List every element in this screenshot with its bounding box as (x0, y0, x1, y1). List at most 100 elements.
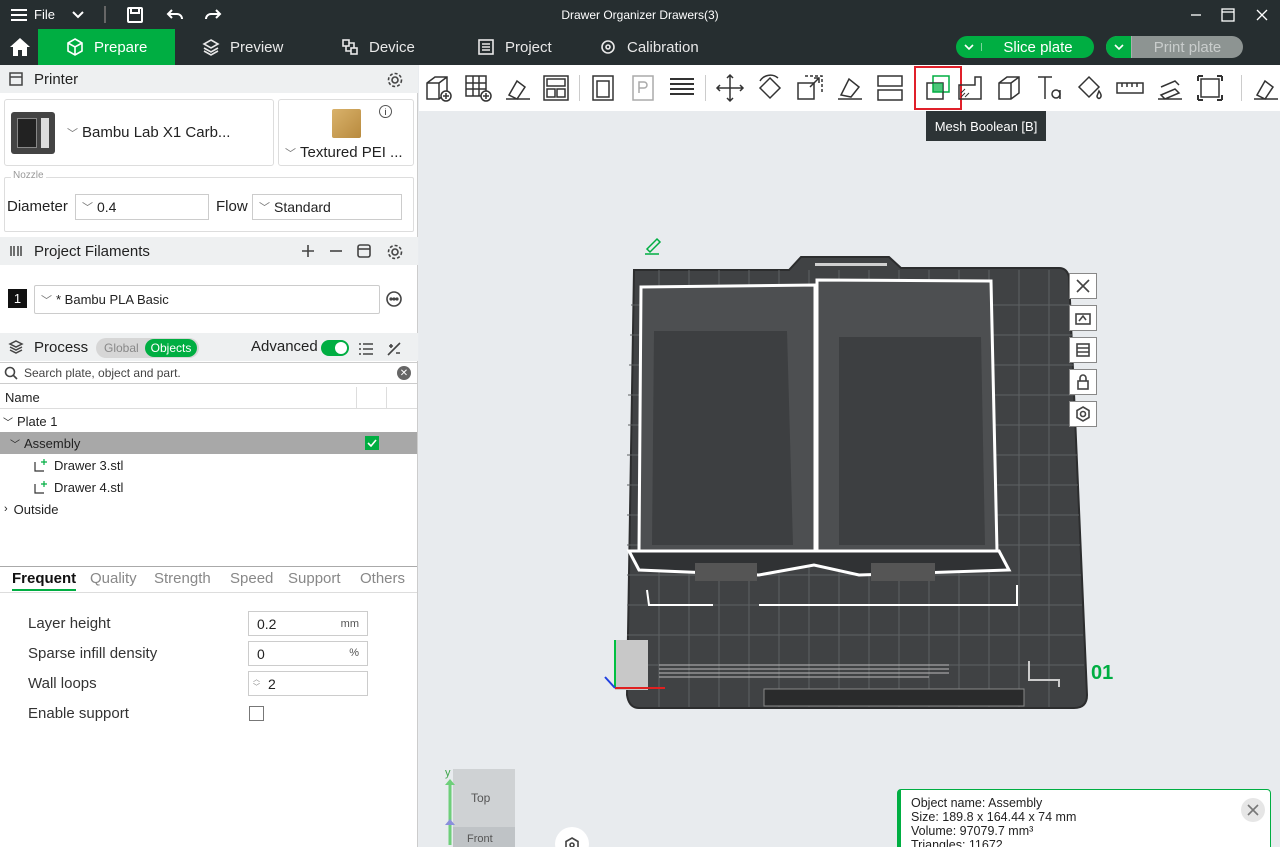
subtab-speed[interactable]: Speed (230, 570, 273, 587)
file-menu-label: File (34, 7, 55, 22)
flow-label: Flow (216, 198, 248, 215)
tab-preview[interactable]: Preview (202, 29, 283, 65)
add-filament-button[interactable] (299, 242, 317, 260)
add-object-button[interactable] (423, 73, 453, 103)
plate-settings-button[interactable] (1069, 401, 1097, 427)
text-tool-button[interactable] (1035, 73, 1065, 103)
view-cube-front-face[interactable]: Front (453, 827, 515, 847)
z-axis-line (604, 676, 616, 689)
slice-dropdown-chevron-icon[interactable] (956, 43, 982, 51)
chevron-down-icon[interactable]: ﹀ (3, 414, 13, 429)
view-front-label: Front (467, 833, 493, 845)
flow-select[interactable]: ﹀ Standard (252, 194, 402, 220)
tree-row-part[interactable]: Drawer 3.stl (0, 454, 417, 476)
arrange-icon (543, 75, 569, 101)
undo-button[interactable] (164, 0, 186, 29)
scale-button[interactable] (795, 73, 825, 103)
diameter-select[interactable]: ﹀ 0.4 (75, 194, 209, 220)
variable-layer-button[interactable] (667, 73, 697, 103)
auto-orient-icon (506, 79, 530, 100)
support-paint-button[interactable] (955, 73, 985, 103)
close-window-button[interactable] (1252, 0, 1272, 29)
scale-icon (797, 75, 823, 100)
save-button[interactable] (124, 0, 146, 29)
file-menu-button[interactable]: File (10, 0, 55, 29)
object-search-input[interactable]: Search plate, object and part. ✕ (0, 362, 417, 384)
tab-device[interactable]: Device (341, 29, 415, 65)
more-tools-button[interactable] (1251, 73, 1280, 103)
filament-settings-button[interactable] (385, 242, 405, 262)
view-cube-top-face[interactable]: Top (453, 769, 515, 827)
3d-viewport[interactable]: 01 Top Front y (419, 65, 1280, 847)
arrange-plate-button[interactable] (1069, 337, 1097, 363)
subtab-frequent[interactable]: Frequent (12, 570, 77, 591)
close-info-button[interactable] (1241, 798, 1265, 822)
measure-button[interactable] (1115, 73, 1145, 103)
subtab-support[interactable]: Support (288, 570, 341, 587)
tab-prepare[interactable]: Prepare (38, 29, 175, 65)
auto-orient-button[interactable] (503, 73, 533, 103)
tab-calibration[interactable]: Calibration (599, 29, 699, 65)
maximize-button[interactable] (1218, 0, 1238, 29)
orient-plate-button[interactable] (1069, 305, 1097, 331)
home-button[interactable] (6, 29, 34, 65)
filament-color-swatch[interactable]: 1 (8, 289, 27, 308)
filament-sync-button[interactable] (355, 242, 373, 260)
print-plate-button[interactable]: Print plate (1106, 36, 1243, 58)
minimize-button[interactable] (1186, 0, 1206, 29)
chevron-right-icon[interactable]: › (4, 503, 8, 515)
color-paint-button[interactable] (1075, 73, 1105, 103)
toggle-objects-label[interactable]: Objects (145, 339, 197, 357)
chevron-down-icon[interactable]: ﹀ (10, 436, 20, 451)
clear-search-icon[interactable]: ✕ (397, 366, 411, 380)
add-plate-button[interactable] (463, 73, 493, 103)
tree-row-outside[interactable]: › Outside (0, 498, 417, 520)
toggle-global-label[interactable]: Global (104, 341, 139, 355)
slice-plate-button[interactable]: Slice plate (956, 36, 1094, 58)
lock-plate-button[interactable] (1069, 369, 1097, 395)
tree-row-part[interactable]: Drawer 4.stl (0, 476, 417, 498)
printer-settings-button[interactable] (385, 70, 405, 90)
fit-view-button[interactable] (1195, 73, 1225, 103)
info-icon[interactable]: i (379, 105, 392, 118)
assembly-view-button[interactable] (1155, 73, 1185, 103)
toolbar-divider (1241, 75, 1242, 101)
split-parts-button[interactable] (629, 73, 659, 103)
print-dropdown-chevron-icon[interactable] (1106, 36, 1132, 58)
plate-type-select[interactable]: i ﹀ Textured PEI ... (278, 99, 414, 166)
remove-filament-button[interactable] (327, 242, 345, 260)
stepper-arrows-icon[interactable]: ︿ ﹀ (253, 676, 260, 692)
pencil-icon[interactable] (645, 237, 662, 255)
lay-on-face-button[interactable] (835, 73, 865, 103)
wall-loops-input[interactable]: ︿ ﹀ 2 (248, 671, 368, 696)
split-objects-button[interactable] (589, 73, 619, 103)
subtab-quality[interactable]: Quality (90, 570, 137, 587)
enable-support-checkbox[interactable] (249, 706, 264, 721)
nozzle-group: Nozzle Diameter ﹀ 0.4 Flow ﹀ Standard (4, 170, 414, 232)
dropdown-chevron-button[interactable] (68, 0, 88, 29)
assembly-checkbox[interactable] (365, 436, 379, 450)
filament-select[interactable]: ﹀ * Bambu PLA Basic (34, 285, 380, 314)
printer-select[interactable]: ﹀ Bambu Lab X1 Carb... (4, 99, 274, 166)
filament-more-button[interactable] (385, 290, 403, 308)
subtab-others[interactable]: Others (360, 570, 405, 587)
seam-paint-button[interactable] (995, 73, 1025, 103)
advanced-toggle[interactable] (321, 340, 349, 356)
process-compare-button[interactable] (385, 340, 403, 358)
infill-density-input[interactable]: 0 % (248, 641, 368, 666)
subtab-strength[interactable]: Strength (154, 570, 211, 587)
arrange-button[interactable] (541, 73, 571, 103)
view-cube[interactable]: Top Front y (439, 767, 515, 847)
rotate-button[interactable] (755, 73, 785, 103)
delete-plate-button[interactable] (1069, 273, 1097, 299)
move-button[interactable] (715, 73, 745, 103)
tab-project[interactable]: Project (477, 29, 552, 65)
cut-button[interactable] (875, 73, 905, 103)
layer-height-input[interactable]: 0.2 mm (248, 611, 368, 636)
process-list-button[interactable] (357, 340, 375, 358)
redo-button[interactable] (202, 0, 224, 29)
global-objects-toggle[interactable]: Global Objects (96, 338, 199, 358)
tree-row-plate[interactable]: ﹀ Plate 1 (0, 410, 417, 432)
tree-row-assembly[interactable]: ﹀ Assembly (0, 432, 417, 454)
axis-arrows (445, 779, 455, 845)
